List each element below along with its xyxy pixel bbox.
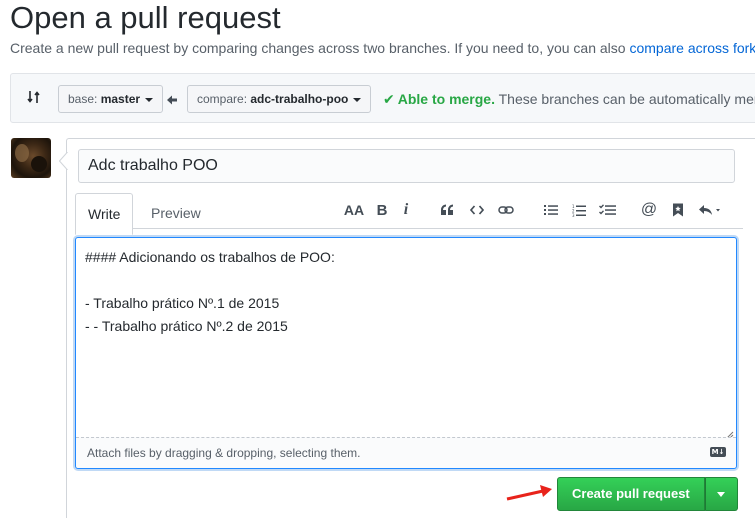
reply-icon[interactable] bbox=[697, 200, 725, 220]
compare-arrows-icon[interactable] bbox=[26, 89, 42, 110]
compare-branch-select[interactable]: compare: adc-trabalho-poo bbox=[187, 85, 372, 113]
task-list-icon[interactable] bbox=[597, 200, 617, 220]
merge-description: These branches can be automatically merg… bbox=[498, 91, 755, 107]
chevron-down-icon bbox=[353, 97, 362, 102]
create-pull-request-button[interactable]: Create pull request bbox=[557, 477, 705, 511]
chevron-down-icon bbox=[717, 491, 726, 497]
link-icon[interactable] bbox=[497, 200, 515, 220]
header-icon[interactable]: AA bbox=[343, 200, 365, 220]
ordered-list-icon[interactable]: 123 bbox=[570, 200, 588, 220]
bubble-pointer bbox=[59, 152, 68, 170]
merge-status: ✔ Able to merge. These branches can be au… bbox=[383, 91, 755, 108]
compare-branch-name: adc-trabalho-poo bbox=[250, 92, 349, 106]
page-subtitle: Create a new pull request by comparing c… bbox=[10, 40, 755, 56]
file-attach-bar[interactable]: Attach files by dragging & dropping, sel… bbox=[76, 437, 736, 468]
tab-preview[interactable]: Preview bbox=[139, 193, 213, 235]
create-pr-button-group: Create pull request bbox=[557, 477, 738, 511]
tab-write[interactable]: Write bbox=[75, 193, 134, 235]
bold-icon[interactable]: B bbox=[374, 200, 390, 220]
quote-icon[interactable] bbox=[438, 200, 456, 220]
base-prefix: base: bbox=[68, 92, 98, 106]
subtitle-text: Create a new pull request by comparing c… bbox=[10, 40, 626, 56]
check-icon: ✔ bbox=[383, 91, 395, 107]
annotation-arrow-icon bbox=[506, 485, 552, 501]
compare-forks-link[interactable]: compare across forks. bbox=[629, 40, 755, 56]
avatar[interactable] bbox=[11, 138, 51, 178]
pr-body-editor: Attach files by dragging & dropping, sel… bbox=[75, 237, 737, 469]
branch-range-editor: base: master compare: adc-trabalho-poo ✔… bbox=[10, 73, 755, 123]
saved-reply-icon[interactable] bbox=[669, 200, 687, 220]
mention-icon[interactable]: @ bbox=[640, 200, 658, 220]
chevron-down-icon bbox=[145, 97, 154, 102]
base-branch-name: master bbox=[100, 92, 141, 106]
svg-text:3: 3 bbox=[572, 213, 575, 217]
unordered-list-icon[interactable] bbox=[542, 200, 560, 220]
base-branch-select[interactable]: base: master bbox=[58, 85, 164, 113]
attach-files-text: Attach files by dragging & dropping, sel… bbox=[87, 446, 361, 460]
merge-ok-label: Able to merge. bbox=[397, 91, 495, 107]
compare-prefix: compare: bbox=[197, 92, 248, 106]
create-options-dropdown[interactable] bbox=[704, 477, 738, 511]
arrow-left-icon bbox=[166, 93, 178, 111]
page-title: Open a pull request bbox=[10, 0, 281, 35]
pr-body-textarea[interactable] bbox=[76, 238, 736, 437]
markdown-icon[interactable]: M↓ bbox=[710, 447, 726, 457]
code-icon[interactable] bbox=[468, 200, 486, 220]
pr-title-input[interactable]: Adc trabalho POO bbox=[78, 149, 735, 183]
italic-icon[interactable]: i bbox=[399, 200, 413, 220]
